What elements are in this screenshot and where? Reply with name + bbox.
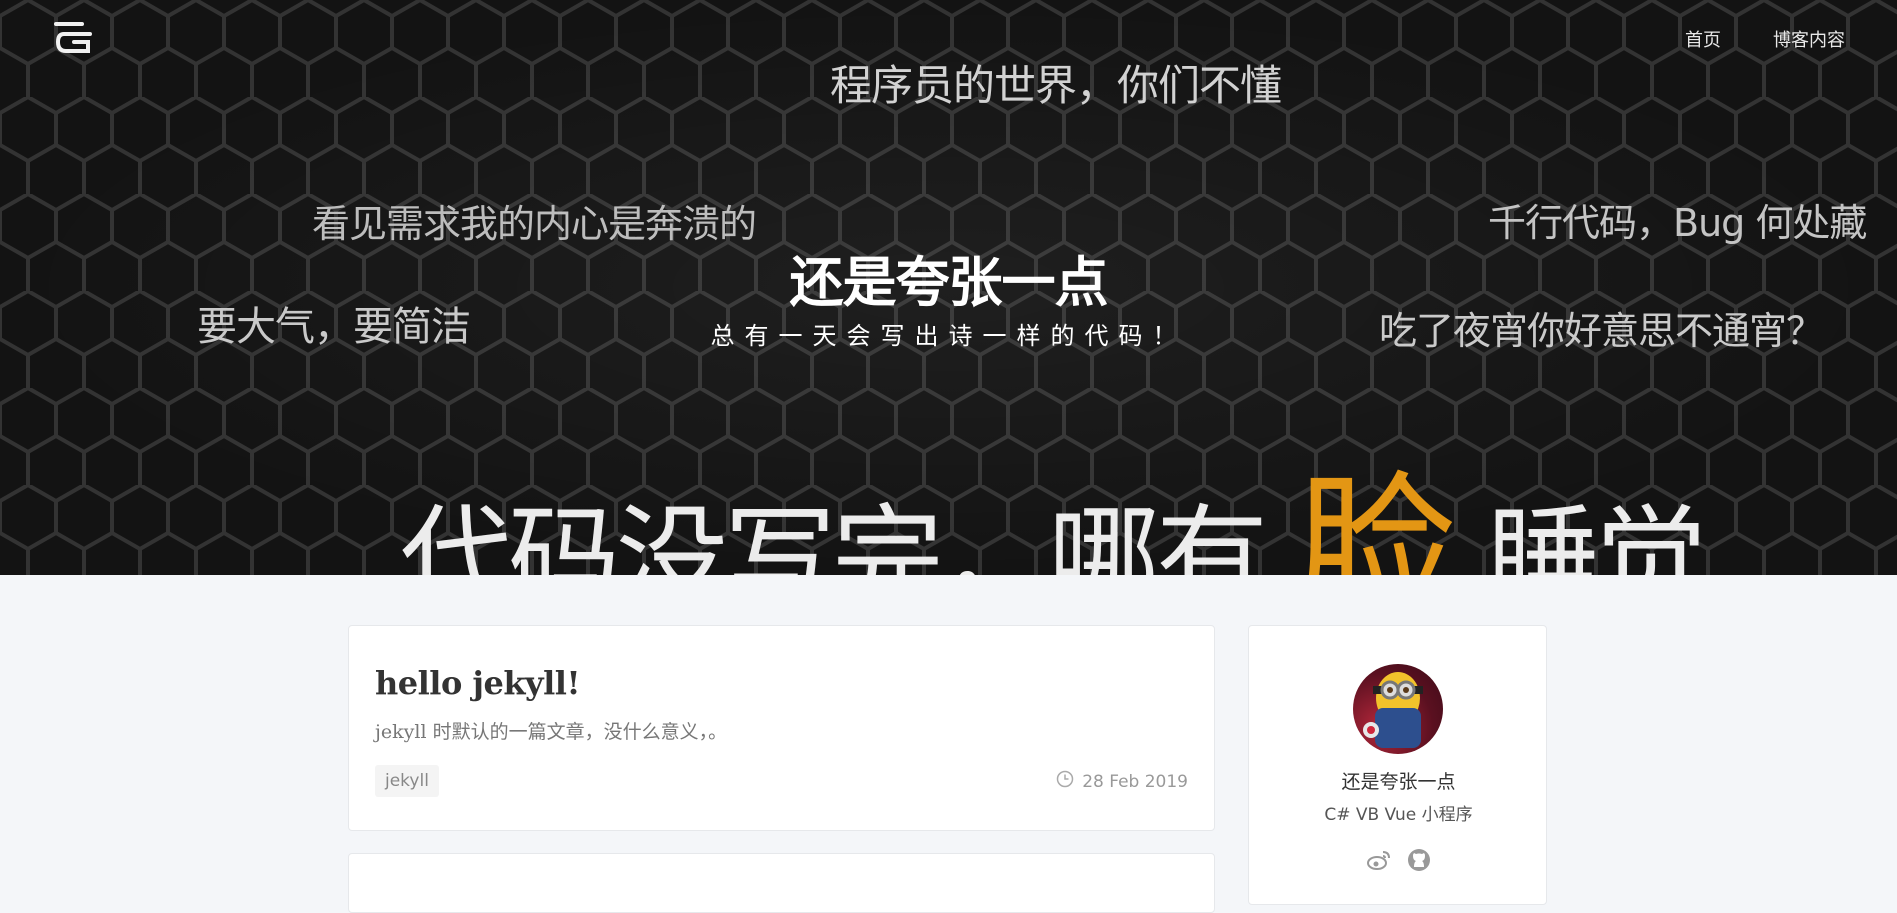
post-date: 28 Feb 2019 (1056, 770, 1188, 793)
author-name: 还是夸张一点 (1341, 771, 1456, 793)
nav-blog-content[interactable]: 博客内容 (1773, 26, 1845, 52)
social-links (1249, 847, 1548, 873)
weibo-icon[interactable] (1366, 847, 1392, 873)
clock-icon (1056, 770, 1074, 793)
hero-big-slogan: 代码没写完，哪有 脸 睡觉 (400, 420, 1707, 575)
post-card[interactable] (348, 853, 1215, 913)
hero-slogan: 程序员的世界，你们不懂 (830, 61, 1282, 110)
top-nav: 首页 博客内容 (1685, 26, 1845, 52)
hero-subtitle: 总有一天会写出诗一样的代码！ (710, 322, 1187, 350)
post-tag[interactable]: jekyll (375, 765, 439, 797)
logo-icon[interactable] (52, 18, 96, 56)
big-slogan-highlight: 脸 (1295, 456, 1456, 575)
big-slogan-start: 代码没写完，哪有 (400, 494, 1268, 575)
author-bio: C# VB Vue 小程序 (1324, 805, 1473, 825)
hero-title: 还是夸张一点 (789, 251, 1109, 314)
avatar[interactable] (1353, 664, 1443, 754)
post-card[interactable]: hello jekyll! jekyll 时默认的一篇文章，没什么意义，。 je… (348, 625, 1215, 831)
github-icon[interactable] (1406, 847, 1432, 873)
post-title[interactable]: hello jekyll! (375, 664, 580, 702)
nav-home[interactable]: 首页 (1685, 26, 1721, 52)
big-slogan-end: 睡觉 (1487, 494, 1707, 575)
post-date-text: 28 Feb 2019 (1082, 771, 1188, 792)
hero-banner: 首页 博客内容 程序员的世界，你们不懂 看见需求我的内心是奔溃的 千行代码，Bu… (0, 0, 1897, 575)
post-excerpt: jekyll 时默认的一篇文章，没什么意义，。 (375, 721, 728, 743)
author-card: 还是夸张一点 C# VB Vue 小程序 (1248, 625, 1547, 905)
